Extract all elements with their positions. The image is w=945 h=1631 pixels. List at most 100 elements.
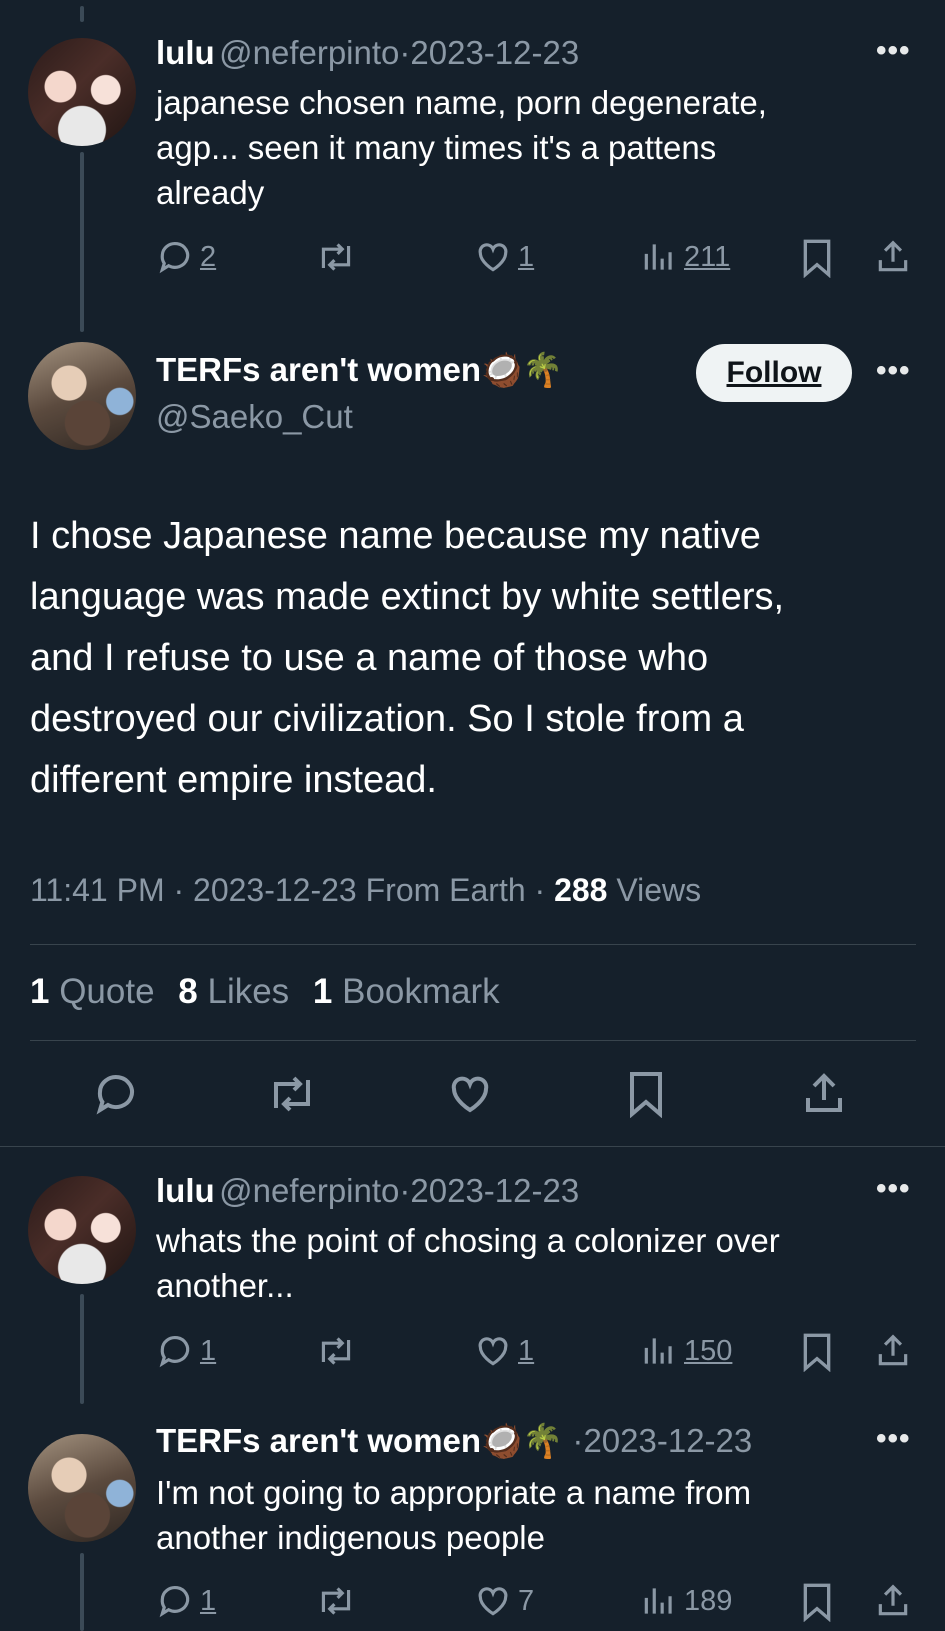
reply-icon xyxy=(92,1070,140,1118)
share-button[interactable] xyxy=(874,1582,912,1620)
reply-icon xyxy=(156,1332,194,1370)
more-icon[interactable]: ••• xyxy=(876,354,911,388)
thread-line-2 xyxy=(80,1294,84,1404)
tweet-text: I'm not going to appropriate a name from… xyxy=(156,1470,926,1560)
quotes-label: Quote xyxy=(49,972,155,1011)
share-icon xyxy=(874,238,912,276)
reply-button[interactable]: 1 xyxy=(156,1582,216,1620)
avatar[interactable] xyxy=(28,1176,136,1284)
thread-line-1 xyxy=(80,152,84,332)
tweet-text-line: I'm not going to appropriate a name from xyxy=(156,1474,752,1511)
reply-count: 1 xyxy=(200,1334,217,1367)
tweet-date[interactable]: 2023-12-23 xyxy=(410,34,579,71)
separator-dot: · xyxy=(399,1172,411,1209)
retweet-icon xyxy=(314,238,358,276)
retweet-button[interactable] xyxy=(314,1332,358,1370)
tweet-text-line: I chose Japanese name because my native xyxy=(30,515,761,557)
like-count: 1 xyxy=(518,1334,535,1367)
reply-button[interactable]: 1 xyxy=(156,1332,216,1370)
tweet-text-line: whats the point of chosing a colonizer o… xyxy=(156,1222,780,1259)
tweet-text-line: japanese chosen name, porn degenerate, xyxy=(156,84,767,121)
views-count: 189 xyxy=(684,1584,733,1617)
reply-count: 1 xyxy=(200,1584,217,1617)
bookmark-button[interactable] xyxy=(800,238,834,278)
like-icon xyxy=(474,1582,512,1620)
handle[interactable]: @neferpinto xyxy=(219,34,399,71)
time-date-location[interactable]: 11:41 PM · 2023-12-23 From Earth · xyxy=(30,872,554,908)
retweet-button[interactable] xyxy=(264,1070,320,1118)
like-icon xyxy=(474,1332,512,1370)
display-name[interactable]: TERFs aren't women xyxy=(156,351,481,388)
share-button[interactable] xyxy=(800,1070,848,1118)
name-emojis: 🥥🌴 xyxy=(481,351,564,388)
reply-icon xyxy=(156,238,194,276)
retweet-icon xyxy=(314,1582,358,1620)
like-button[interactable]: 1 xyxy=(474,238,534,276)
views-button[interactable]: 211 xyxy=(640,238,730,276)
views-icon xyxy=(640,1332,678,1370)
follow-button[interactable]: Follow xyxy=(696,344,852,402)
more-icon[interactable]: ••• xyxy=(876,1422,911,1456)
share-button[interactable] xyxy=(874,1332,912,1370)
views-count: 211 xyxy=(684,240,731,273)
quotes-count: 1 xyxy=(30,972,50,1011)
reply-count: 2 xyxy=(200,240,217,273)
like-count: 7 xyxy=(518,1584,535,1617)
avatar[interactable] xyxy=(28,342,136,450)
separator-dot: · xyxy=(563,1422,584,1459)
divider xyxy=(0,1146,945,1147)
bookmark-button[interactable] xyxy=(800,1582,834,1622)
tweet-date[interactable]: 2023-12-23 xyxy=(410,1172,579,1209)
bookmark-button[interactable] xyxy=(800,1332,834,1372)
tweet-header: lulu @neferpinto·2023-12-23 xyxy=(156,1172,579,1210)
avatar[interactable] xyxy=(28,38,136,146)
share-icon xyxy=(874,1582,912,1620)
tweet-text: whats the point of chosing a colonizer o… xyxy=(156,1218,926,1308)
share-button[interactable] xyxy=(874,238,912,276)
handle[interactable]: @neferpinto xyxy=(219,1172,399,1209)
like-button[interactable]: 1 xyxy=(474,1332,534,1370)
like-button[interactable] xyxy=(446,1070,494,1118)
views-count: 150 xyxy=(684,1334,733,1367)
tweet-text-line: another... xyxy=(156,1267,294,1304)
reply-button[interactable]: 2 xyxy=(156,238,216,276)
bookmarks-label: Bookmark xyxy=(332,972,500,1011)
views-button[interactable]: 150 xyxy=(640,1332,732,1370)
display-name[interactable]: lulu xyxy=(156,1172,215,1209)
retweet-icon xyxy=(314,1332,358,1370)
bookmarks-stat[interactable]: 1 Bookmark xyxy=(313,972,500,1011)
quotes-stat[interactable]: 1 Quote xyxy=(30,972,155,1011)
views-button[interactable]: 189 xyxy=(640,1582,732,1620)
divider xyxy=(30,944,916,945)
tweet-date[interactable]: 2023-12-23 xyxy=(583,1422,752,1459)
retweet-button[interactable] xyxy=(314,238,358,276)
tweet-text-line: language was made extinct by white settl… xyxy=(30,576,785,618)
tweet-text: japanese chosen name, porn degenerate, a… xyxy=(156,80,916,215)
display-name[interactable]: lulu xyxy=(156,34,215,71)
likes-stat[interactable]: 8 Likes xyxy=(178,972,289,1011)
bookmark-icon xyxy=(800,1332,834,1372)
like-count: 1 xyxy=(518,240,535,273)
tweet-text-line: different empire instead. xyxy=(30,759,437,801)
main-author: TERFs aren't women🥥🌴 xyxy=(156,351,563,390)
views-icon xyxy=(640,238,678,276)
like-button[interactable]: 7 xyxy=(474,1582,534,1620)
tweet-header: TERFs aren't women🥥🌴 ·2023-12-23 xyxy=(156,1422,752,1461)
views-label: Views xyxy=(607,872,702,908)
reply-button[interactable] xyxy=(92,1070,140,1118)
avatar[interactable] xyxy=(28,1434,136,1542)
tweet-timestamp: 11:41 PM · 2023-12-23 From Earth · 288 V… xyxy=(30,872,701,909)
tweet-text-line: agp... seen it many times it's a pattens xyxy=(156,129,717,166)
views-number: 288 xyxy=(554,872,608,908)
likes-count: 8 xyxy=(178,972,198,1011)
views-icon xyxy=(640,1582,678,1620)
bookmark-icon xyxy=(800,238,834,278)
bookmark-icon xyxy=(800,1582,834,1622)
display-name[interactable]: TERFs aren't women xyxy=(156,1422,481,1459)
more-icon[interactable]: ••• xyxy=(876,34,911,68)
bookmark-button[interactable] xyxy=(626,1070,666,1118)
handle[interactable]: @Saeko_Cut xyxy=(156,398,353,436)
retweet-button[interactable] xyxy=(314,1582,358,1620)
more-icon[interactable]: ••• xyxy=(876,1172,911,1206)
reply-icon xyxy=(156,1582,194,1620)
